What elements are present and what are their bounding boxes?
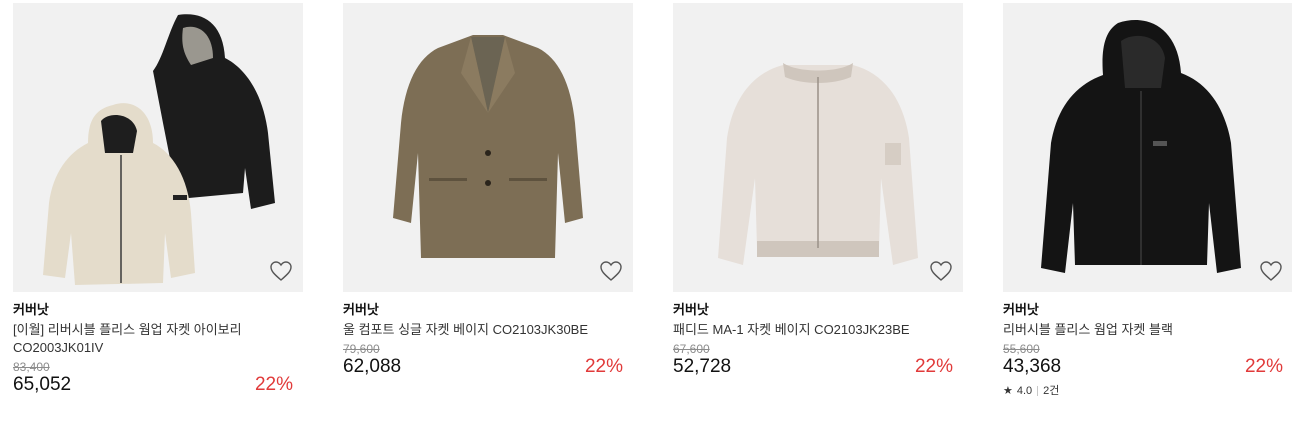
product-card[interactable]: 커버낫 울 컴포트 싱글 자켓 베이지 CO2103JK30BE 79,600 … [343, 3, 633, 378]
sale-price: 52,728 [673, 356, 732, 377]
discount-rate: 22% [254, 374, 293, 395]
product-image-art [718, 63, 918, 265]
original-price: 55,600 [1003, 342, 1040, 356]
discount-rate: 22% [1244, 356, 1283, 377]
product-name[interactable]: 패디드 MA-1 자켓 베이지 CO2103JK23BE [673, 321, 963, 339]
review-count[interactable]: 2건 [1043, 384, 1059, 398]
product-image-art [393, 35, 583, 258]
divider [1037, 386, 1039, 396]
product-image-art [1041, 20, 1241, 273]
sale-price: 43,368 [1003, 356, 1062, 377]
price-row: 62,088 22% [343, 356, 633, 378]
product-image-art [43, 14, 275, 285]
product-image[interactable] [13, 3, 303, 292]
heart-outline-icon[interactable] [269, 260, 293, 282]
brand-name: 커버낫 [673, 302, 709, 317]
heart-outline-icon[interactable] [1259, 260, 1283, 282]
original-price: 67,600 [673, 342, 710, 356]
original-price: 79,600 [343, 342, 380, 356]
price-row: 65,052 22% [13, 374, 303, 396]
heart-outline-icon[interactable] [599, 260, 623, 282]
heart-outline-icon[interactable] [929, 260, 953, 282]
sale-price: 65,052 [13, 374, 72, 395]
price-row: 52,728 22% [673, 356, 963, 378]
brand-name: 커버낫 [13, 302, 49, 317]
brand-name: 커버낫 [1003, 302, 1039, 317]
product-card[interactable]: 커버낫 패디드 MA-1 자켓 베이지 CO2103JK23BE 67,600 … [673, 3, 963, 378]
rating-summary: ★ 4.0 2건 [1003, 384, 1292, 398]
product-name[interactable]: 리버시블 플리스 웜업 자켓 블랙 [1003, 321, 1292, 339]
product-card[interactable]: 커버낫 리버시블 플리스 웜업 자켓 블랙 55,600 43,368 22% … [1003, 3, 1292, 398]
rating-value: 4.0 [1016, 385, 1033, 397]
price-row: 43,368 22% [1003, 356, 1292, 378]
product-card[interactable]: 커버낫 [이월] 리버시블 플리스 웜업 자켓 아이보리 CO2003JK01I… [13, 3, 303, 396]
product-name[interactable]: 울 컴포트 싱글 자켓 베이지 CO2103JK30BE [343, 321, 633, 339]
original-price: 83,400 [13, 360, 50, 374]
product-image[interactable] [1003, 3, 1292, 292]
star-icon: ★ [1003, 385, 1013, 397]
product-image[interactable] [673, 3, 963, 292]
discount-rate: 22% [914, 356, 953, 377]
product-name[interactable]: [이월] 리버시블 플리스 웜업 자켓 아이보리 CO2003JK01IV [13, 321, 303, 357]
brand-name: 커버낫 [343, 302, 379, 317]
discount-rate: 22% [584, 356, 623, 377]
sale-price: 62,088 [343, 356, 402, 377]
product-image[interactable] [343, 3, 633, 292]
